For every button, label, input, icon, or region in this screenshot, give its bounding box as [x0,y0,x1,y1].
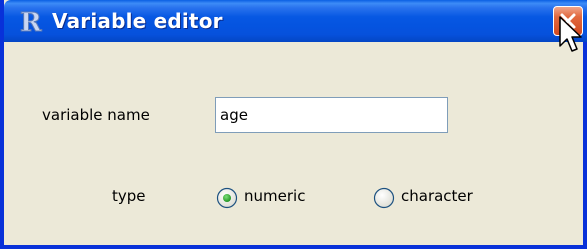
numeric-radio[interactable] [216,187,238,209]
svg-text:R: R [20,8,42,35]
variable-name-field[interactable] [215,97,448,133]
character-radio-label[interactable]: character [401,187,473,205]
character-radio[interactable] [373,187,395,209]
variable-name-label: variable name [42,106,150,124]
close-button[interactable] [553,6,583,36]
close-icon [560,13,576,29]
title-bar[interactable]: R Variable editor [4,0,587,42]
window-title: Variable editor [52,9,223,33]
numeric-radio-label[interactable]: numeric [244,187,305,205]
variable-editor-window: R Variable editor variable name type [0,0,587,249]
r-logo-icon: R [18,7,46,39]
type-label: type [112,187,146,205]
